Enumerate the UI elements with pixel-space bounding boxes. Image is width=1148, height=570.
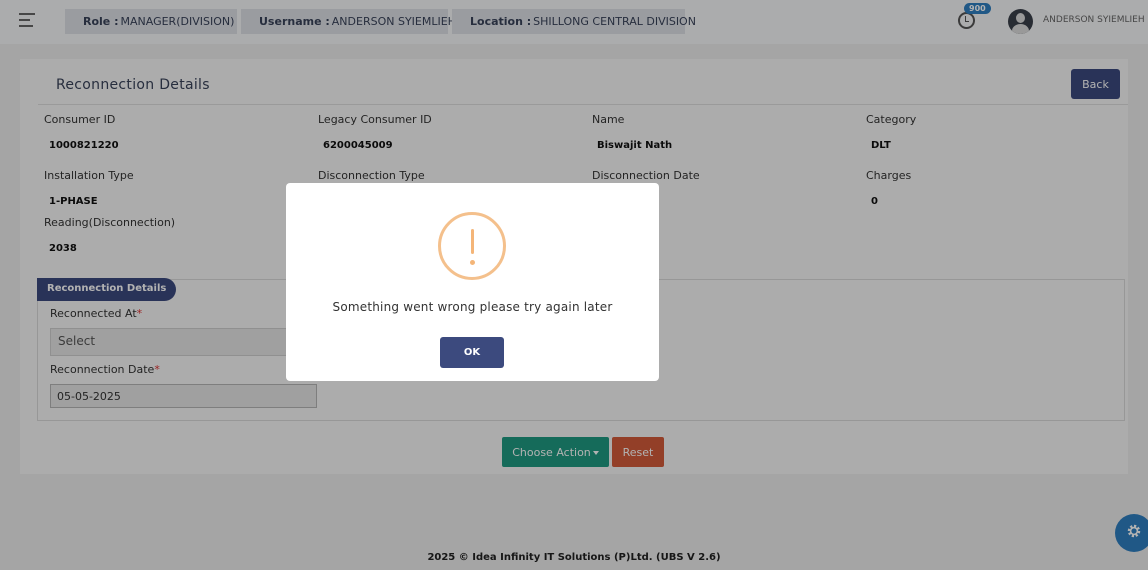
ok-button[interactable]: OK (440, 337, 504, 368)
warning-icon (438, 212, 506, 280)
error-message: Something went wrong please try again la… (332, 300, 613, 314)
error-dialog: Something went wrong please try again la… (286, 183, 659, 381)
